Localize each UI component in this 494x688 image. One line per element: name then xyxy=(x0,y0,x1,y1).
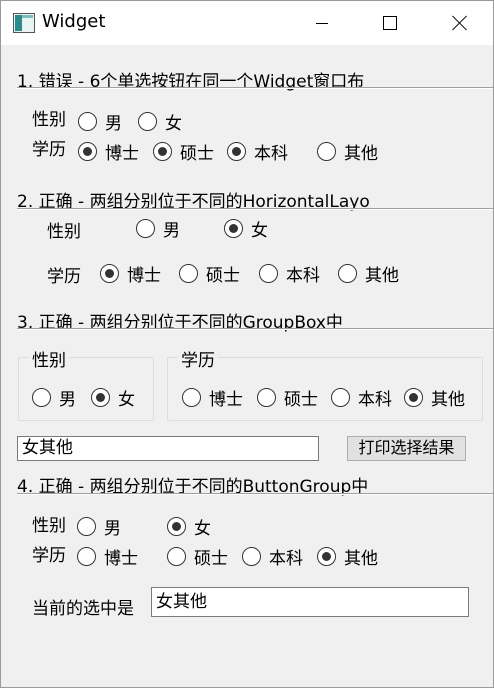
result-field[interactable]: 女其他 xyxy=(17,436,319,461)
radio-label: 其他 xyxy=(344,549,378,569)
section4-radio-other[interactable]: 其他 xyxy=(317,544,378,569)
radio-indicator xyxy=(167,547,186,566)
radio-label: 男 xyxy=(59,390,76,410)
radio-indicator xyxy=(257,388,276,407)
maximize-button[interactable] xyxy=(359,1,421,45)
section4-gender-label: 性别 xyxy=(32,516,66,536)
section4-divider xyxy=(17,493,493,495)
radio-indicator xyxy=(91,388,110,407)
section1-radio-master[interactable]: 硕士 xyxy=(153,139,214,164)
section3-divider xyxy=(17,328,493,330)
radio-indicator xyxy=(77,547,96,566)
radio-label: 硕士 xyxy=(194,549,228,569)
radio-label: 硕士 xyxy=(206,266,240,286)
radio-indicator xyxy=(136,219,155,238)
radio-indicator xyxy=(404,388,423,407)
section3-radio-bachelor[interactable]: 本科 xyxy=(331,385,392,410)
section2-divider xyxy=(17,208,493,210)
radio-indicator xyxy=(100,264,119,283)
radio-indicator xyxy=(242,547,261,566)
radio-label: 本科 xyxy=(358,390,392,410)
radio-label: 其他 xyxy=(344,144,378,164)
radio-label: 本科 xyxy=(286,266,320,286)
section4-radio-male[interactable]: 男 xyxy=(77,514,121,539)
radio-indicator xyxy=(78,142,97,161)
radio-label: 其他 xyxy=(365,266,399,286)
radio-indicator xyxy=(32,388,51,407)
radio-indicator xyxy=(138,112,157,131)
radio-label: 博士 xyxy=(105,144,139,164)
current-selection-label: 当前的选中是 xyxy=(32,599,134,619)
radio-label: 女 xyxy=(251,221,268,241)
edu-groupbox-title: 学历 xyxy=(178,346,218,371)
gender-groupbox-title: 性别 xyxy=(29,346,69,371)
radio-indicator xyxy=(227,142,246,161)
section1-radio-female[interactable]: 女 xyxy=(138,109,182,134)
radio-indicator xyxy=(338,264,357,283)
app-icon xyxy=(13,13,35,33)
section2-radio-other[interactable]: 其他 xyxy=(338,261,399,286)
section3-radio-male[interactable]: 男 xyxy=(32,385,76,410)
radio-indicator xyxy=(182,388,201,407)
radio-label: 本科 xyxy=(254,144,288,164)
section4-radio-master[interactable]: 硕士 xyxy=(167,544,228,569)
radio-label: 男 xyxy=(105,114,122,134)
radio-label: 其他 xyxy=(431,390,465,410)
current-selection-field[interactable]: 女其他 xyxy=(151,587,469,617)
section3-radio-phd[interactable]: 博士 xyxy=(182,385,243,410)
window-title: Widget xyxy=(42,11,106,32)
section1-gender-label: 性别 xyxy=(32,110,66,130)
radio-indicator xyxy=(153,142,172,161)
section3-radio-female[interactable]: 女 xyxy=(91,385,135,410)
radio-label: 男 xyxy=(104,519,121,539)
radio-indicator xyxy=(179,264,198,283)
section1-radio-male[interactable]: 男 xyxy=(78,109,122,134)
radio-indicator xyxy=(167,517,186,536)
radio-indicator xyxy=(317,142,336,161)
section3-radio-master[interactable]: 硕士 xyxy=(257,385,318,410)
section1-radio-phd[interactable]: 博士 xyxy=(78,139,139,164)
radio-label: 女 xyxy=(165,114,182,134)
section4-radio-female[interactable]: 女 xyxy=(167,514,211,539)
radio-label: 博士 xyxy=(104,549,138,569)
section2-gender-label: 性别 xyxy=(47,222,81,242)
section4-edu-label: 学历 xyxy=(32,546,66,566)
close-icon xyxy=(452,15,468,31)
section4-radio-bachelor[interactable]: 本科 xyxy=(242,544,303,569)
section2-radio-bachelor[interactable]: 本科 xyxy=(259,261,320,286)
section2-radio-phd[interactable]: 博士 xyxy=(100,261,161,286)
section2-radio-master[interactable]: 硕士 xyxy=(179,261,240,286)
section1-edu-label: 学历 xyxy=(32,140,66,160)
print-result-button[interactable]: 打印选择结果 xyxy=(347,436,466,461)
section2-radio-female[interactable]: 女 xyxy=(224,216,268,241)
radio-label: 硕士 xyxy=(180,144,214,164)
title-bar[interactable]: Widget xyxy=(1,1,493,45)
radio-label: 硕士 xyxy=(284,390,318,410)
radio-label: 博士 xyxy=(209,390,243,410)
radio-indicator xyxy=(331,388,350,407)
radio-label: 女 xyxy=(118,390,135,410)
close-button[interactable] xyxy=(429,1,491,45)
section1-radio-bachelor[interactable]: 本科 xyxy=(227,139,288,164)
section4-radio-phd[interactable]: 博士 xyxy=(77,544,138,569)
minimize-icon xyxy=(316,22,328,24)
section1-divider xyxy=(17,87,493,89)
section3-radio-other[interactable]: 其他 xyxy=(404,385,465,410)
radio-label: 博士 xyxy=(127,266,161,286)
radio-indicator xyxy=(77,517,96,536)
minimize-button[interactable] xyxy=(291,1,353,45)
section2-edu-label: 学历 xyxy=(47,267,81,287)
radio-label: 女 xyxy=(194,519,211,539)
radio-indicator xyxy=(317,547,336,566)
radio-indicator xyxy=(224,219,243,238)
section2-radio-male[interactable]: 男 xyxy=(136,216,180,241)
maximize-icon xyxy=(383,16,397,30)
radio-indicator xyxy=(78,112,97,131)
widget-window: Widget 1. 错误 - 6个单选按钮在同一个Widget窗口布 性别 学历… xyxy=(0,0,494,688)
radio-label: 男 xyxy=(163,221,180,241)
section1-radio-other[interactable]: 其他 xyxy=(317,139,378,164)
radio-indicator xyxy=(259,264,278,283)
radio-label: 本科 xyxy=(269,549,303,569)
